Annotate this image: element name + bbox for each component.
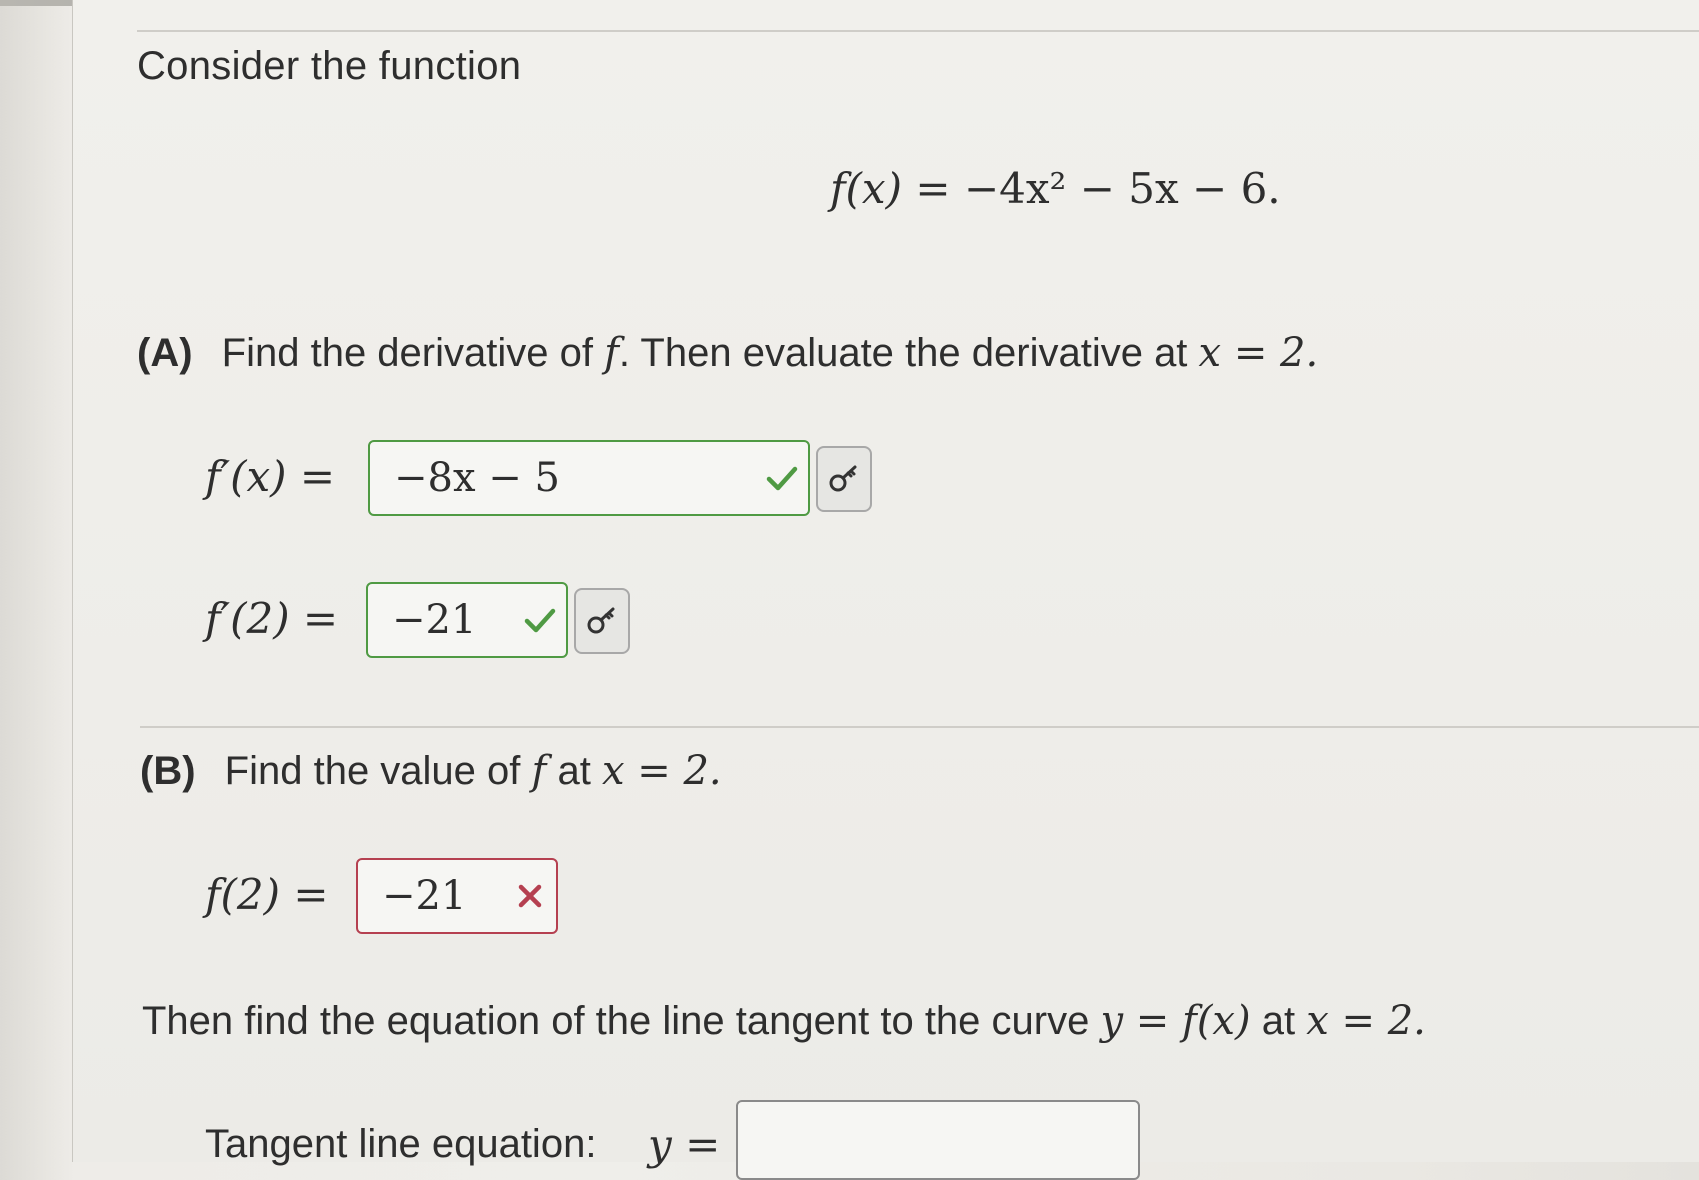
derivative-at-2-value: −21 bbox=[392, 597, 477, 643]
x-mark-icon bbox=[518, 884, 542, 908]
f-at-2-label: f(2) = bbox=[205, 870, 329, 919]
top-divider bbox=[137, 30, 1699, 32]
f-at-2-value: −21 bbox=[382, 873, 467, 919]
part-a-var-f: f bbox=[604, 330, 619, 376]
part-a-condition: x = 2. bbox=[1198, 330, 1319, 376]
tangent-line-input[interactable] bbox=[736, 1100, 1140, 1180]
derivative-key-button[interactable] bbox=[816, 446, 872, 512]
derivative-at-2-key-button[interactable] bbox=[574, 588, 630, 654]
part-b-text-2: at bbox=[557, 749, 591, 793]
section-divider bbox=[140, 726, 1699, 728]
part-a-text-2: . Then evaluate the derivative at bbox=[618, 331, 1188, 375]
f-at-2-answer-field[interactable]: −21 bbox=[356, 858, 558, 934]
derivative-answer-field[interactable]: −8x − 5 bbox=[368, 440, 810, 516]
function-formula: f(x) = −4x² − 5x − 6. bbox=[830, 164, 1281, 213]
derivative-at-2-answer-field[interactable]: −21 bbox=[366, 582, 568, 658]
part-b-letter: (B) bbox=[140, 749, 196, 793]
tangent-prompt: Then find the equation of the line tange… bbox=[142, 998, 1426, 1044]
derivative-label: f′(x) = bbox=[205, 452, 336, 501]
check-icon bbox=[766, 466, 798, 491]
part-b-prompt: (B) Find the value of f at x = 2. bbox=[140, 748, 722, 794]
part-b-text-1: Find the value of bbox=[224, 749, 521, 793]
tangent-prompt-condition: x = 2. bbox=[1306, 998, 1426, 1044]
derivative-answer-value: −8x − 5 bbox=[394, 455, 560, 501]
formula-rhs: −4x² − 5x − 6. bbox=[963, 164, 1281, 213]
tangent-prompt-text-2: at bbox=[1261, 999, 1296, 1043]
part-a-letter: (A) bbox=[137, 331, 193, 375]
part-a-text-1: Find the derivative of bbox=[221, 331, 593, 375]
part-b-condition: x = 2. bbox=[601, 748, 722, 794]
intro-text: Consider the function bbox=[137, 44, 522, 88]
part-b-var-f: f bbox=[531, 748, 547, 794]
derivative-at-2-label: f′(2) = bbox=[205, 594, 339, 643]
formula-equals: = bbox=[915, 164, 951, 213]
tangent-prompt-curve: y = f(x) bbox=[1100, 998, 1251, 1044]
check-icon bbox=[524, 608, 556, 633]
key-icon bbox=[587, 607, 615, 634]
part-a-prompt: (A) Find the derivative of f. Then evalu… bbox=[137, 330, 1318, 376]
key-icon bbox=[829, 465, 857, 492]
tangent-line-label: Tangent line equation: bbox=[205, 1122, 597, 1166]
formula-lhs: f(x) bbox=[830, 164, 903, 213]
tangent-prompt-text-1: Then find the equation of the line tange… bbox=[142, 999, 1090, 1043]
